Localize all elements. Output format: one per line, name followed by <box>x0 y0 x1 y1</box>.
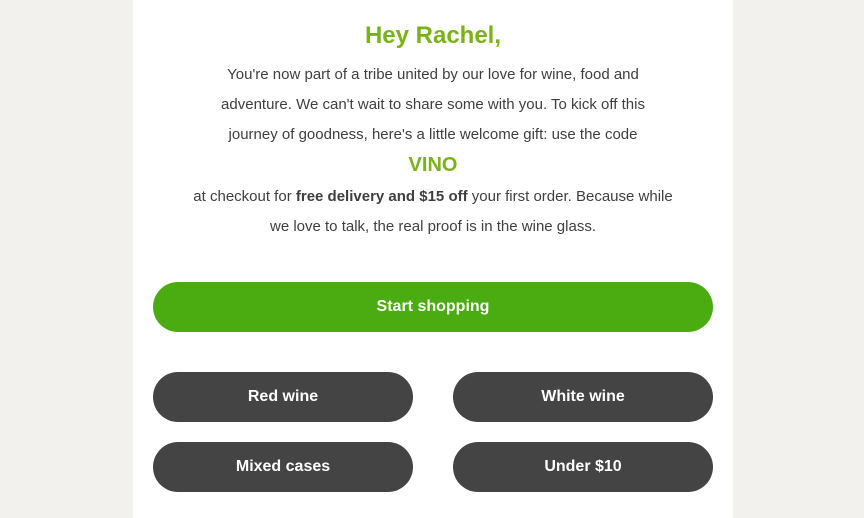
email-card: Hey Rachel, You're now part of a tribe u… <box>133 0 733 518</box>
mixed-cases-button[interactable]: Mixed cases <box>153 442 413 492</box>
offer-paragraph: at checkout for free delivery and $15 of… <box>193 182 673 242</box>
white-wine-button[interactable]: White wine <box>453 372 713 422</box>
greeting-heading: Hey Rachel, <box>364 22 502 49</box>
intro-paragraph: You're now part of a tribe united by our… <box>221 66 645 143</box>
under-10-button[interactable]: Under $10 <box>453 442 713 492</box>
start-shopping-button[interactable]: Start shopping <box>153 282 713 332</box>
red-wine-button[interactable]: Red wine <box>153 372 413 422</box>
offer-highlight: free delivery and $15 off <box>295 188 468 205</box>
offer-prefix: at checkout for <box>193 188 296 205</box>
promo-code: VINO <box>408 154 458 176</box>
